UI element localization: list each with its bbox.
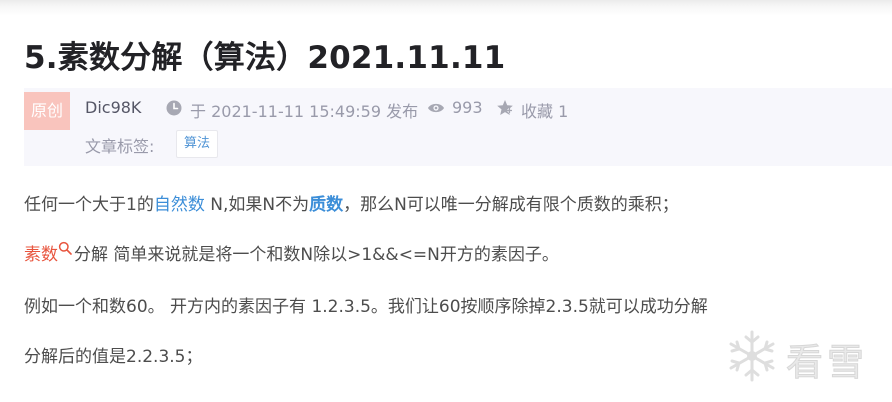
author-link[interactable]: Dic98K: [85, 98, 141, 117]
link-prime-keyword[interactable]: 素数: [24, 245, 58, 265]
search-icon[interactable]: [58, 241, 72, 255]
tag-chip-algorithm[interactable]: 算法: [176, 130, 219, 158]
eye-icon: [428, 103, 444, 113]
paragraph-1: 任何一个大于1的自然数 N,如果N不为质数，那么N可以唯一分解成有限个质数的乘积…: [24, 190, 679, 215]
article-meta-box: 原创 Dic98K 于 2021-11-11 15:49:59 发布 993 收…: [24, 88, 892, 166]
top-shadow-strip: [0, 0, 892, 16]
paragraph-2: 素数 分解 简单来说就是将一个和数N除以>1&&<=N开方的素因子。: [24, 240, 559, 265]
watermark-text: 看雪: [786, 341, 868, 385]
favorite-button[interactable]: 收藏 1: [521, 98, 568, 122]
link-natural-number[interactable]: 自然数: [154, 195, 205, 215]
link-prime-number[interactable]: 质数: [309, 195, 343, 215]
paragraph-4: 分解后的值是2.2.3.5；: [24, 347, 203, 367]
publish-date: 于 2021-11-11 15:49:59 发布: [190, 102, 419, 121]
kanxue-watermark: 看雪: [724, 326, 884, 388]
view-count: 993: [452, 98, 483, 117]
snowflake-icon: [729, 330, 775, 382]
tags-label: 文章标签:: [85, 137, 155, 156]
paragraph-3: 例如一个和数60。 开方内的素因子有 1.2.3.5。我们让60按顺序除掉2.3…: [24, 297, 708, 317]
p2-text: 分解 简单来说就是将一个和数N除以>1&&<=N开方的素因子。: [74, 245, 559, 265]
favorite-star-icon[interactable]: [496, 99, 514, 117]
p1-text-c: ，那么N可以唯一分解成有限个质数的乘积；: [343, 195, 679, 215]
p1-text-b: N,如果N不为: [204, 195, 310, 215]
original-badge: 原创: [24, 92, 70, 134]
article-title: 5.素数分解（算法）2021.11.11: [24, 40, 506, 76]
clock-icon: [166, 100, 182, 116]
p1-text-a: 任何一个大于1的: [24, 195, 154, 215]
